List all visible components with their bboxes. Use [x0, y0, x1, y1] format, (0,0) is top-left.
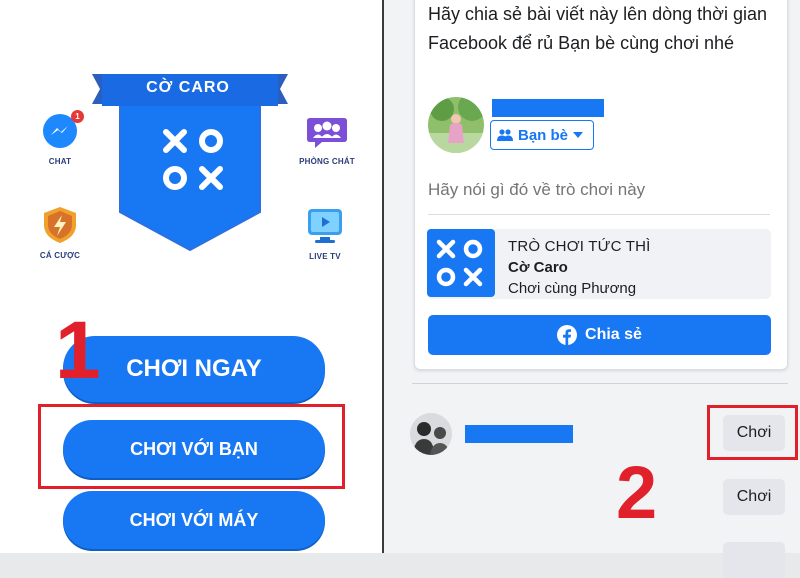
audience-selector[interactable]: Bạn bè	[490, 120, 594, 150]
step-marker-2: 2	[616, 451, 658, 534]
caret-down-icon	[573, 132, 584, 138]
user-avatar	[428, 97, 484, 153]
play-now-button[interactable]: CHƠI NGAY	[63, 336, 325, 402]
live-tv-icon	[308, 209, 342, 243]
game-type-label: TRÒ CHƠI TỨC THÌ	[508, 238, 651, 255]
live-tv-label: LIVE TV	[309, 252, 341, 261]
play-with-computer-button[interactable]: CHƠI VỚI MÁY	[63, 491, 325, 549]
group-chat-icon	[307, 118, 347, 148]
share-button-label: Chia sẻ	[585, 326, 642, 343]
chat-button[interactable]: 1 CHAT	[20, 110, 100, 166]
redacted-user-name	[492, 99, 604, 117]
game-thumbnail	[427, 229, 495, 297]
redacted-friend-name	[465, 425, 573, 443]
chat-label: CHAT	[48, 157, 72, 166]
avatar-photo-icon	[428, 97, 484, 153]
share-button[interactable]: Chia sẻ	[428, 315, 771, 355]
chat-badge: 1	[71, 110, 84, 123]
play-friend-button-1[interactable]: Chơi	[723, 415, 785, 451]
friend-photo-icon	[410, 413, 452, 455]
betting-button[interactable]: CÁ CƯỢC	[20, 206, 100, 260]
comment-input[interactable]	[428, 175, 768, 205]
betting-label: CÁ CƯỢC	[39, 251, 81, 260]
play-with-friends-button[interactable]: CHƠI VỚI BẠN	[63, 420, 325, 478]
step-marker-1: 1	[55, 305, 101, 396]
room-chat-label: PHÒNG CHÁT	[299, 157, 355, 166]
game-title: CỜ CARO	[146, 79, 230, 96]
lightning-shield-icon	[44, 207, 76, 243]
live-tv-button[interactable]: LIVE TV	[285, 207, 365, 261]
friend-avatar	[410, 413, 452, 455]
play-friend-button-2[interactable]: Chơi	[723, 479, 785, 515]
game-name: Cờ Caro	[508, 259, 568, 276]
room-chat-button[interactable]: PHÒNG CHÁT	[287, 114, 367, 166]
share-prompt-text: Hãy chia sẻ bài viết này lên dòng thời g…	[428, 4, 768, 53]
play-friend-button-3[interactable]	[723, 542, 785, 578]
audience-label: Bạn bè	[518, 126, 569, 144]
section-divider	[412, 383, 788, 384]
game-subtitle: Chơi cùng Phương	[508, 280, 637, 297]
game-card-meta: TRÒ CHƠI TỨC THÌ Cờ Caro Chơi cùng Phươn…	[508, 236, 651, 299]
friends-icon	[497, 129, 513, 141]
divider-line	[428, 214, 770, 215]
xo-logo-icon	[436, 239, 483, 287]
game-menu-panel: 1 CHAT PHÒNG CHÁT CÁ CƯỢC LIVE TV CỜ CAR…	[0, 0, 382, 553]
facebook-icon	[557, 325, 578, 345]
